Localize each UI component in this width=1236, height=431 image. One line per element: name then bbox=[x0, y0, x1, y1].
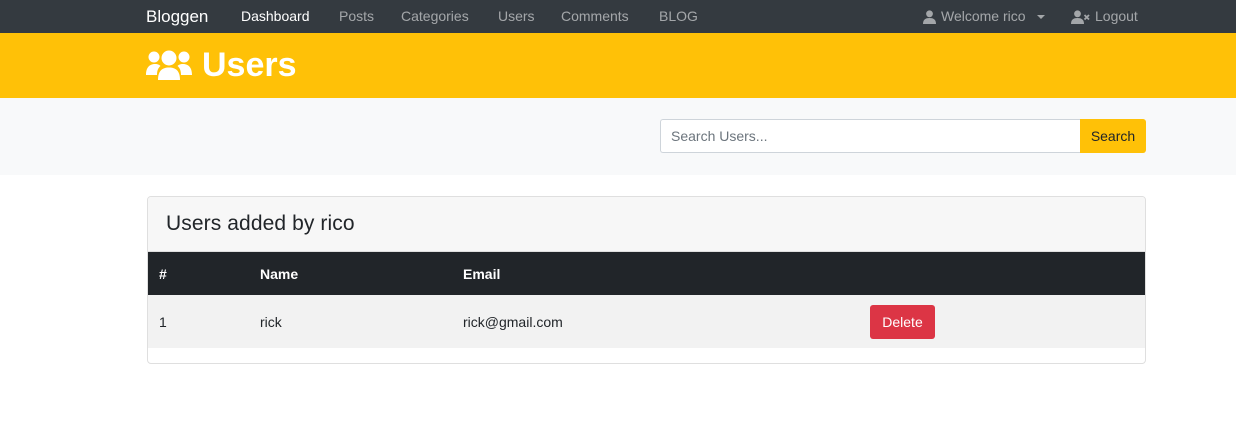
nav-categories[interactable]: Categories bbox=[401, 0, 469, 33]
card-header: Users added by rico bbox=[148, 197, 1145, 252]
top-navbar: Bloggen Dashboard Posts Categories Users… bbox=[0, 0, 1236, 33]
users-table: # Name Email 1 rick rick@gmail.com Delet… bbox=[148, 252, 1145, 348]
search-input[interactable] bbox=[660, 119, 1080, 153]
users-icon bbox=[146, 50, 192, 80]
brand-logo[interactable]: Bloggen bbox=[146, 0, 208, 33]
search-section: Search bbox=[0, 98, 1236, 175]
user-name-cell: rick bbox=[260, 313, 282, 330]
table-header-row: # Name Email bbox=[148, 252, 1145, 295]
user-menu-label: Welcome rico bbox=[941, 8, 1026, 24]
table-row: 1 rick rick@gmail.com Delete bbox=[148, 295, 1145, 348]
card-title: Users added by rico bbox=[166, 212, 355, 235]
column-header-name: Name bbox=[260, 265, 299, 282]
nav-dashboard[interactable]: Dashboard bbox=[241, 0, 310, 33]
column-header-number: # bbox=[159, 265, 167, 282]
chevron-down-icon bbox=[1036, 14, 1045, 19]
logout-link[interactable]: Logout bbox=[1071, 0, 1138, 33]
user-id-cell: 1 bbox=[159, 313, 167, 330]
page-title: Users bbox=[146, 43, 297, 87]
logout-label: Logout bbox=[1095, 8, 1138, 24]
users-card: Users added by rico # Name Email 1 rick … bbox=[147, 196, 1146, 364]
column-header-email: Email bbox=[463, 265, 501, 282]
search-button[interactable]: Search bbox=[1080, 119, 1146, 153]
nav-users[interactable]: Users bbox=[498, 0, 535, 33]
user-menu-dropdown[interactable]: Welcome rico bbox=[923, 0, 1045, 33]
nav-posts[interactable]: Posts bbox=[339, 0, 374, 33]
user-email-cell: rick@gmail.com bbox=[463, 313, 563, 330]
search-form: Search bbox=[660, 119, 1146, 153]
page-header: Users bbox=[0, 33, 1236, 98]
delete-button[interactable]: Delete bbox=[870, 304, 935, 339]
page-title-text: Users bbox=[202, 46, 297, 84]
user-actions-cell: Delete bbox=[859, 295, 1145, 348]
nav-comments[interactable]: Comments bbox=[561, 0, 629, 33]
column-header-actions bbox=[859, 252, 1145, 295]
nav-blog[interactable]: BLOG bbox=[659, 0, 698, 33]
user-icon bbox=[923, 9, 936, 24]
user-times-icon bbox=[1071, 9, 1090, 24]
